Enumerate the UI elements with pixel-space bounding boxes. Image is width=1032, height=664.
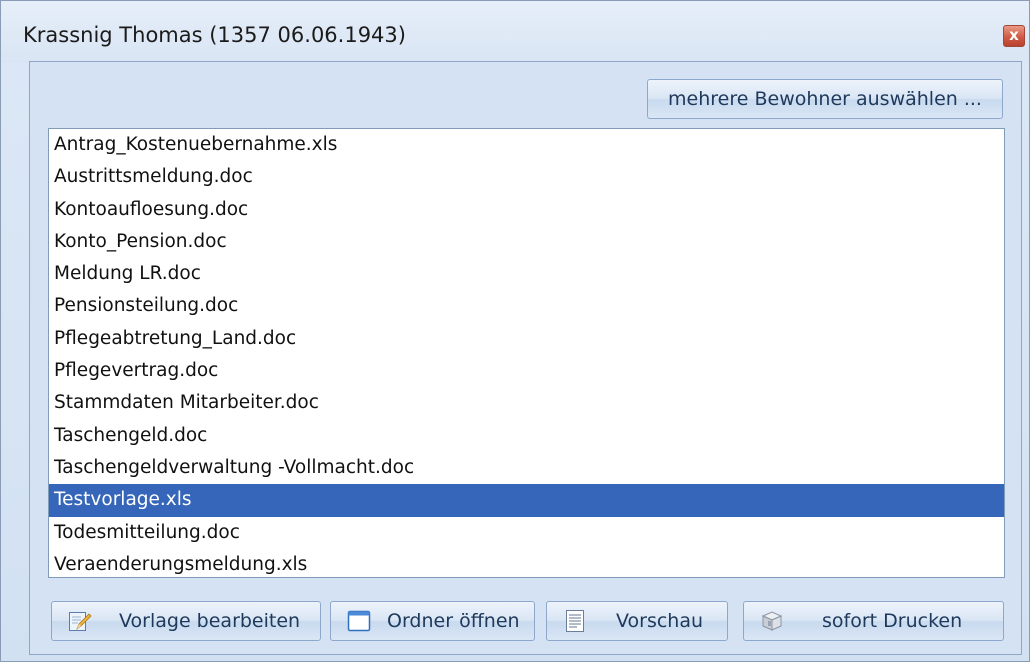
open-folder-label: Ordner öffnen bbox=[387, 610, 520, 632]
dialog-window: Krassnig Thomas (1357 06.06.1943) x mehr… bbox=[0, 0, 1030, 662]
preview-button[interactable]: Vorschau bbox=[546, 601, 728, 641]
close-icon: x bbox=[1009, 26, 1019, 44]
list-item[interactable]: Austrittsmeldung.doc bbox=[49, 161, 1004, 193]
box-icon bbox=[760, 609, 784, 633]
print-now-button[interactable]: sofort Drucken bbox=[743, 601, 1004, 641]
list-item[interactable]: Taschengeldverwaltung -Vollmacht.doc bbox=[49, 452, 1004, 484]
list-item[interactable]: Pensionsteilung.doc bbox=[49, 290, 1004, 322]
list-item[interactable]: Veraenderungsmeldung.xls bbox=[49, 549, 1004, 577]
select-multiple-residents-label: mehrere Bewohner auswählen ... bbox=[668, 88, 982, 110]
open-folder-button[interactable]: Ordner öffnen bbox=[330, 601, 535, 641]
edit-template-label: Vorlage bearbeiten bbox=[119, 610, 301, 632]
title-bar[interactable]: Krassnig Thomas (1357 06.06.1943) x bbox=[1, 1, 1029, 63]
edit-template-button[interactable]: Vorlage bearbeiten bbox=[51, 601, 321, 641]
document-icon bbox=[563, 609, 587, 633]
list-item[interactable]: Antrag_Kostenuebernahme.xls bbox=[49, 129, 1004, 161]
close-button[interactable]: x bbox=[1003, 25, 1025, 47]
list-item[interactable]: Konto_Pension.doc bbox=[49, 226, 1004, 258]
window-title: Krassnig Thomas (1357 06.06.1943) bbox=[23, 23, 406, 47]
preview-label: Vorschau bbox=[616, 610, 704, 632]
list-item[interactable]: Pflegeabtretung_Land.doc bbox=[49, 323, 1004, 355]
content-panel: mehrere Bewohner auswählen ... Antrag_Ko… bbox=[29, 61, 1022, 655]
list-item[interactable]: Taschengeld.doc bbox=[49, 420, 1004, 452]
list-item[interactable]: Pflegevertrag.doc bbox=[49, 355, 1004, 387]
template-list[interactable]: Antrag_Kostenuebernahme.xls Austrittsmeld… bbox=[48, 128, 1005, 578]
list-item[interactable]: Meldung LR.doc bbox=[49, 258, 1004, 290]
select-multiple-residents-button[interactable]: mehrere Bewohner auswählen ... bbox=[647, 79, 1003, 119]
list-item[interactable]: Testvorlage.xls bbox=[49, 484, 1004, 517]
print-now-label: sofort Drucken bbox=[822, 610, 963, 632]
list-item[interactable]: Todesmitteilung.doc bbox=[49, 517, 1004, 549]
list-item[interactable]: Kontoaufloesung.doc bbox=[49, 194, 1004, 226]
list-item[interactable]: Stammdaten Mitarbeiter.doc bbox=[49, 387, 1004, 419]
window-icon bbox=[347, 609, 371, 633]
edit-icon bbox=[68, 609, 92, 633]
